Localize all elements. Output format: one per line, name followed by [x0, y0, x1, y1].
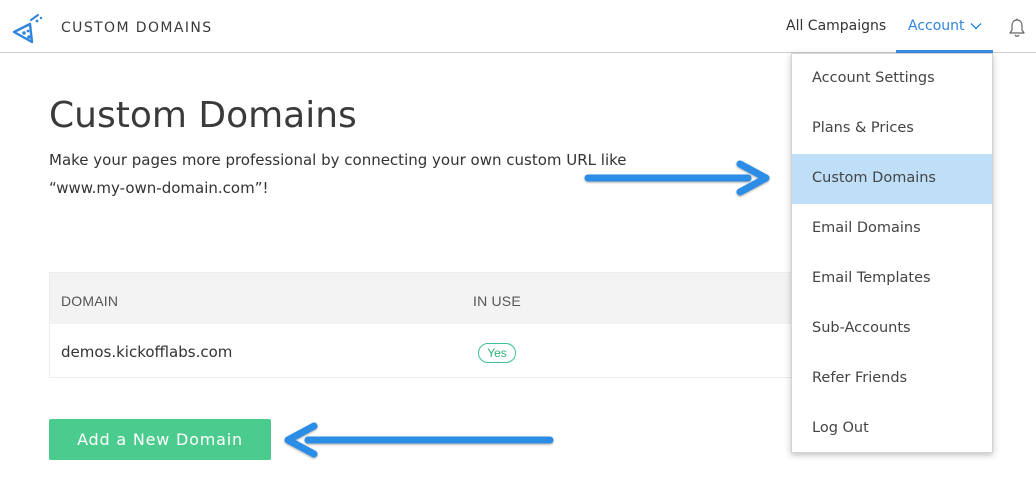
account-dropdown-menu: Account Settings Plans & Prices Custom D… — [791, 53, 993, 453]
flask-logo-icon[interactable] — [10, 10, 46, 46]
menu-item-account-settings[interactable]: Account Settings — [792, 54, 992, 104]
menu-item-label: Log Out — [812, 420, 869, 436]
menu-item-label: Refer Friends — [812, 370, 908, 386]
in-use-badge: Yes — [478, 343, 516, 363]
menu-item-email-templates[interactable]: Email Templates — [792, 254, 992, 304]
menu-item-refer-friends[interactable]: Refer Friends — [792, 354, 992, 404]
arrow-icon — [584, 160, 770, 196]
nav-all-campaigns[interactable]: All Campaigns — [786, 18, 886, 34]
column-header-in-use: IN USE — [473, 293, 521, 309]
menu-item-label: Account Settings — [812, 70, 935, 86]
menu-item-email-domains[interactable]: Email Domains — [792, 204, 992, 254]
table-header: DOMAIN IN USE — [50, 273, 810, 324]
menu-item-log-out[interactable]: Log Out — [792, 404, 992, 454]
menu-item-label: Email Domains — [812, 220, 921, 236]
menu-item-sub-accounts[interactable]: Sub-Accounts — [792, 304, 992, 354]
table-row: demos.kickofflabs.com Yes — [50, 324, 810, 378]
top-bar: CUSTOM DOMAINS All Campaigns Account — [0, 0, 1036, 53]
chevron-down-icon — [970, 23, 982, 30]
menu-item-label: Sub-Accounts — [812, 320, 911, 336]
menu-item-label: Email Templates — [812, 270, 931, 286]
menu-item-label: Plans & Prices — [812, 120, 914, 136]
menu-item-label: Custom Domains — [812, 170, 936, 186]
menu-item-plans-prices[interactable]: Plans & Prices — [792, 104, 992, 154]
bell-icon[interactable] — [1006, 17, 1028, 39]
nav-account[interactable]: Account — [896, 0, 993, 53]
page-title: Custom Domains — [49, 95, 357, 136]
add-new-domain-button[interactable]: Add a New Domain — [49, 419, 271, 460]
column-header-domain: DOMAIN — [61, 293, 119, 309]
arrow-icon — [284, 422, 554, 458]
nav-account-label: Account — [908, 18, 965, 34]
app-title: CUSTOM DOMAINS — [61, 20, 213, 36]
domains-table: DOMAIN IN USE demos.kickofflabs.com Yes — [49, 272, 810, 378]
domain-name[interactable]: demos.kickofflabs.com — [61, 343, 232, 361]
menu-item-custom-domains[interactable]: Custom Domains — [792, 154, 992, 204]
